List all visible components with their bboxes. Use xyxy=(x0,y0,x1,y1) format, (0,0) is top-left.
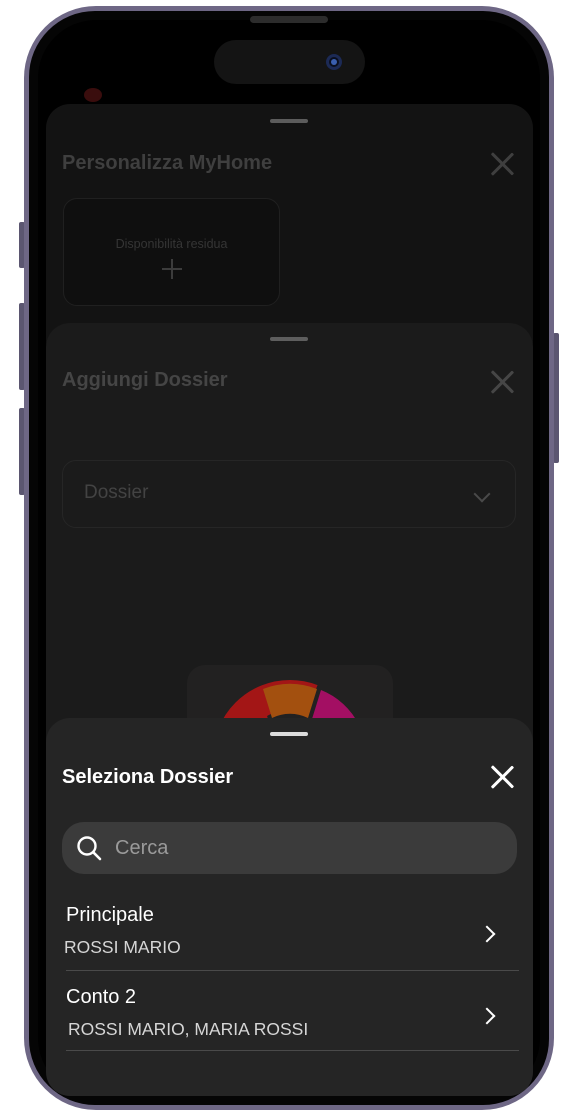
dossier-item-holders: ROSSI MARIO, MARIA ROSSI xyxy=(68,1019,309,1039)
seleziona-dossier-sheet: Seleziona Dossier Principale ROSSI MARIO… xyxy=(46,718,533,1096)
search-field[interactable] xyxy=(62,822,517,874)
sheet-title: Seleziona Dossier xyxy=(62,766,234,788)
close-icon[interactable] xyxy=(489,764,515,790)
search-input[interactable] xyxy=(115,822,495,874)
dossier-list-item-principale[interactable]: Principale ROSSI MARIO xyxy=(64,904,519,984)
dossier-select: Dossier xyxy=(62,460,516,528)
plus-icon xyxy=(162,259,182,279)
list-divider xyxy=(66,1050,519,1051)
widget-card: Disponibilità residua xyxy=(63,198,280,306)
widget-card-label: Disponibilità residua xyxy=(115,237,228,251)
notification-dot xyxy=(84,88,102,102)
close-icon xyxy=(489,151,515,177)
chevron-down-icon xyxy=(473,485,491,503)
dynamic-island xyxy=(214,40,365,84)
sheet-title: Aggiungi Dossier xyxy=(62,369,228,391)
dossier-select-placeholder: Dossier xyxy=(84,482,149,503)
earpiece-speaker xyxy=(250,16,328,23)
dossier-item-title: Conto 2 xyxy=(66,986,137,1008)
chevron-right-icon xyxy=(478,925,496,943)
search-icon xyxy=(77,836,102,861)
sheet-title: Personalizza MyHome xyxy=(62,152,273,174)
dossier-item-title: Principale xyxy=(66,904,154,926)
list-divider xyxy=(66,970,519,971)
sheet-drag-handle[interactable] xyxy=(270,732,308,736)
close-icon xyxy=(489,369,515,395)
sheet-handle xyxy=(270,337,308,341)
sheet-handle xyxy=(270,119,308,123)
front-camera-icon xyxy=(326,54,342,70)
dossier-item-holders: ROSSI MARIO xyxy=(64,937,181,957)
dossier-list-item-conto-2[interactable]: Conto 2 ROSSI MARIO, MARIA ROSSI xyxy=(66,986,519,1066)
chevron-right-icon xyxy=(478,1007,496,1025)
